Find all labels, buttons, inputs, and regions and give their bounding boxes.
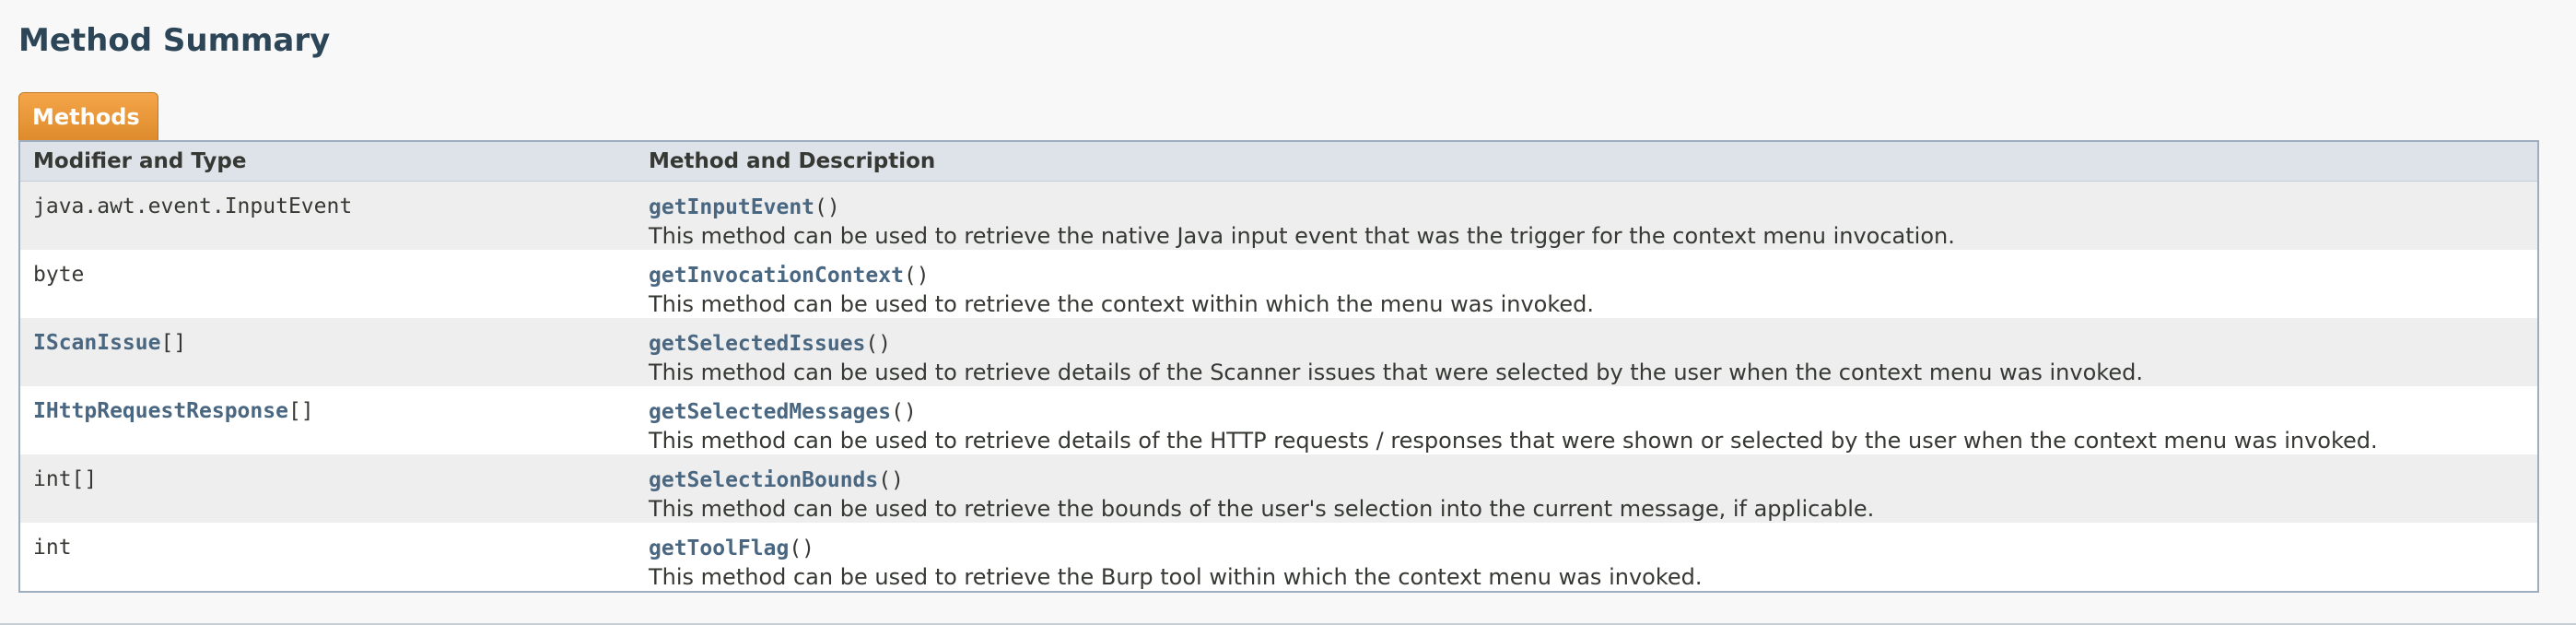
method-params: (): [789, 537, 815, 560]
type-text: int: [33, 536, 72, 560]
table-row: byte getInvocationContext() This method …: [20, 250, 2537, 318]
method-summary-page: Method Summary Methods Modifier and Type…: [0, 0, 2576, 625]
method-params: (): [891, 400, 917, 424]
type-text: int[]: [33, 467, 98, 491]
method-cell: getInputEvent() This method can be used …: [649, 182, 2537, 252]
column-header-modifier-type: Modifier and Type: [33, 149, 247, 173]
method-params: (): [878, 468, 904, 492]
type-text: java.awt.event.InputEvent: [33, 195, 353, 218]
table-row: int[] getSelectionBounds() This method c…: [20, 454, 2537, 523]
section-title: Method Summary: [18, 22, 331, 59]
modifier-type-cell: IScanIssue[]: [20, 318, 649, 355]
table-row: java.awt.event.InputEvent getInputEvent(…: [20, 182, 2537, 250]
method-summary-table: Modifier and Type Method and Description…: [18, 140, 2539, 593]
method-link-getInvocationContext[interactable]: getInvocationContext: [649, 264, 904, 288]
method-params: (): [903, 264, 930, 288]
method-link-getInputEvent[interactable]: getInputEvent: [649, 195, 814, 219]
type-array-suffix: []: [160, 331, 187, 355]
modifier-type-cell: int[]: [20, 454, 649, 491]
table-header-row: Modifier and Type Method and Description: [20, 142, 2537, 182]
method-link-getToolFlag[interactable]: getToolFlag: [649, 537, 789, 560]
method-link-getSelectionBounds[interactable]: getSelectionBounds: [649, 468, 878, 492]
type-link-IHttpRequestResponse[interactable]: IHttpRequestResponse: [33, 399, 288, 423]
method-params: (): [814, 195, 840, 219]
method-cell: getSelectedMessages() This method can be…: [649, 386, 2537, 456]
method-description: This method can be used to retrieve the …: [649, 496, 1875, 522]
method-description: This method can be used to retrieve deta…: [649, 360, 2143, 385]
tab-methods[interactable]: Methods: [18, 92, 158, 140]
table-row: IHttpRequestResponse[] getSelectedMessag…: [20, 386, 2537, 454]
column-header-method-description: Method and Description: [649, 149, 936, 173]
modifier-type-cell: byte: [20, 250, 649, 287]
method-link-getSelectedMessages[interactable]: getSelectedMessages: [649, 400, 891, 424]
type-array-suffix: []: [287, 399, 314, 423]
modifier-type-cell: IHttpRequestResponse[]: [20, 386, 649, 423]
method-cell: getToolFlag() This method can be used to…: [649, 523, 2537, 593]
method-description: This method can be used to retrieve the …: [649, 291, 1595, 317]
type-link-IScanIssue[interactable]: IScanIssue: [33, 331, 160, 355]
type-text: byte: [33, 263, 85, 287]
table-row: int getToolFlag() This method can be use…: [20, 523, 2537, 591]
method-cell: getSelectedIssues() This method can be u…: [649, 318, 2537, 388]
method-link-getSelectedIssues[interactable]: getSelectedIssues: [649, 332, 865, 356]
method-params: (): [865, 332, 892, 356]
modifier-type-cell: int: [20, 523, 649, 560]
method-description: This method can be used to retrieve the …: [649, 223, 1955, 249]
table-row: IScanIssue[] getSelectedIssues() This me…: [20, 318, 2537, 386]
modifier-type-cell: java.awt.event.InputEvent: [20, 182, 649, 218]
method-cell: getInvocationContext() This method can b…: [649, 250, 2537, 320]
method-description: This method can be used to retrieve the …: [649, 564, 1703, 590]
method-cell: getSelectionBounds() This method can be …: [649, 454, 2537, 525]
method-description: This method can be used to retrieve deta…: [649, 428, 2378, 454]
